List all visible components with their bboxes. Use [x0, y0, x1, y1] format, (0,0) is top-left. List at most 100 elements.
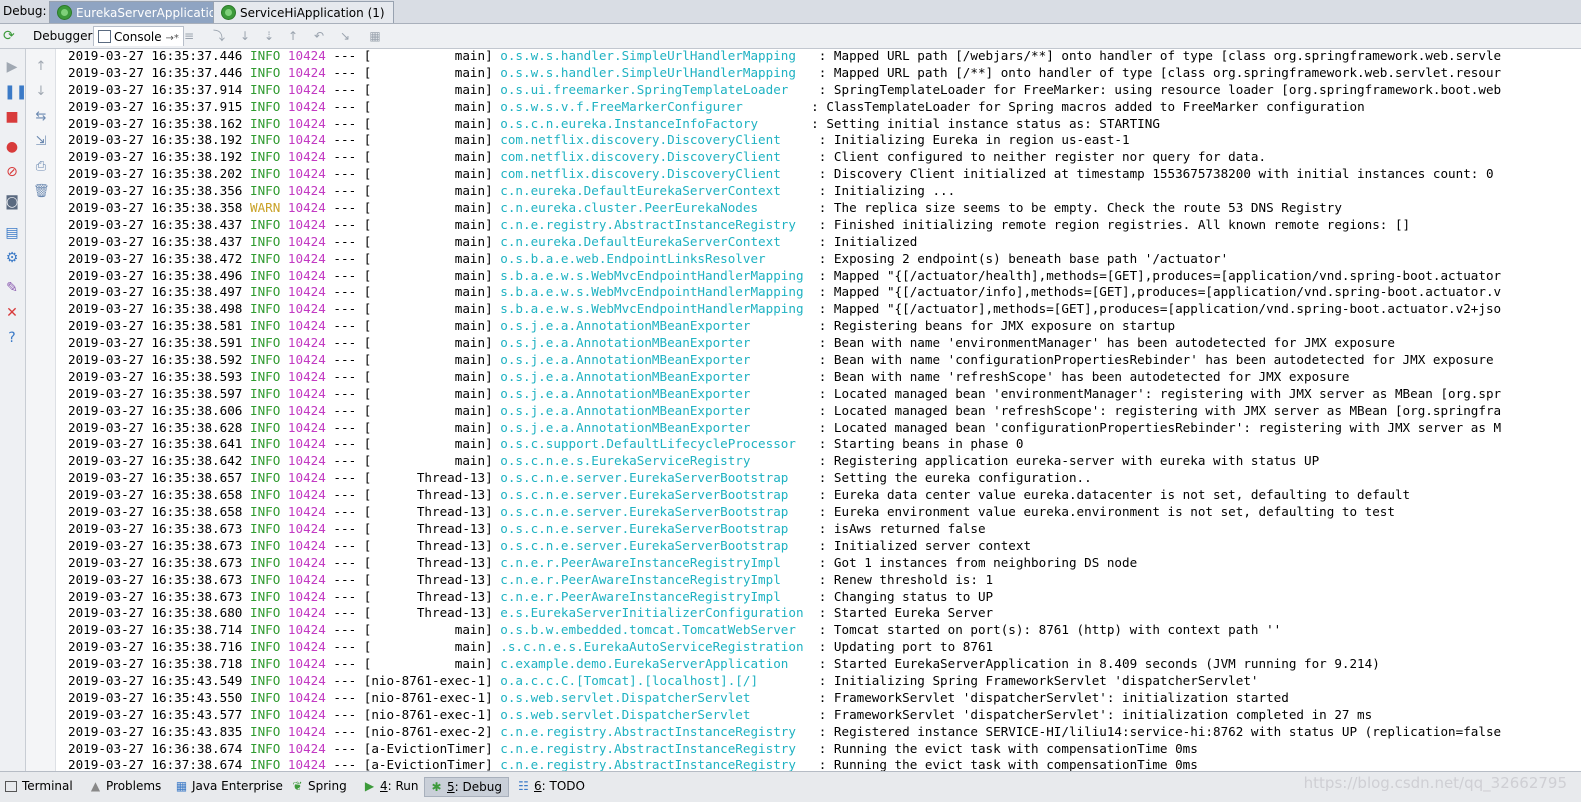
log-timestamp: 2019-03-27 16:35:38.718 [68, 656, 243, 672]
log-line: 2019-03-27 16:37:38.674 INFO 10424 --- [… [68, 757, 1198, 771]
log-logger: o.s.c.n.e.server.EurekaServerBootstrap [500, 537, 812, 553]
log-message: : Registering application eureka-server … [818, 453, 1320, 469]
clear-all-icon[interactable]: 🗑 [33, 184, 50, 200]
log-message: : Bean with name 'refreshScope' has been… [818, 368, 1350, 384]
debugger-tab[interactable]: Debugger [29, 26, 96, 46]
help-icon[interactable]: ? [4, 330, 20, 346]
log-message: : Mapped URL path [/webjars/**] onto han… [818, 49, 1502, 63]
stop-icon[interactable]: ■ [4, 109, 20, 125]
print-icon[interactable]: ⎙ [33, 159, 49, 175]
log-line: 2019-03-27 16:35:37.914 INFO 10424 --- [… [68, 81, 1502, 97]
log-line: 2019-03-27 16:35:38.597 INFO 10424 --- [… [68, 385, 1502, 401]
tab-eureka-server-application[interactable]: EurekaServerApplication [49, 1, 233, 23]
log-timestamp: 2019-03-27 16:36:38.674 [68, 740, 243, 756]
step-over-icon[interactable]: ⤵ [212, 29, 226, 43]
scroll-to-end-icon[interactable]: ⇲ [33, 134, 49, 150]
rerun-icon[interactable]: ⟳ [3, 28, 15, 44]
log-logger: o.s.w.s.handler.SimpleUrlHandlerMapping [500, 64, 812, 80]
log-pid: 10424 [287, 588, 326, 604]
log-logger: s.b.a.e.w.s.WebMvcEndpointHandlerMapping [500, 301, 812, 317]
resume-icon[interactable]: ▶ [4, 59, 20, 75]
log-timestamp: 2019-03-27 16:37:38.674 [68, 757, 243, 771]
tab-service-hi-application[interactable]: ServiceHiApplication (1) [213, 1, 394, 23]
console-tab-label: Console [114, 30, 162, 44]
pin-icon[interactable]: ✎ [4, 280, 20, 296]
log-pid: 10424 [287, 183, 326, 199]
evaluate-expression-icon[interactable]: ▦ [368, 29, 382, 43]
mute-breakpoints-icon[interactable]: ⊘ [4, 164, 20, 180]
log-thread: Thread-13] [371, 571, 493, 587]
bottom-tab-spring[interactable]: ❦ Spring [286, 777, 353, 797]
log-message: : Changing status to UP [818, 588, 994, 604]
log-thread: main] [371, 402, 493, 418]
pause-icon[interactable]: ❚❚ [4, 84, 27, 100]
force-step-into-icon[interactable]: ⇣ [262, 29, 276, 43]
bottom-tab-run[interactable]: ▶ 4: Run [358, 777, 425, 797]
log-line: 2019-03-27 16:35:38.202 INFO 10424 --- [… [68, 166, 1494, 182]
bottom-tab-label: : Run [387, 779, 419, 793]
log-pid: 10424 [287, 723, 326, 739]
restore-layout-icon[interactable]: ▤ [4, 225, 20, 241]
log-timestamp: 2019-03-27 16:35:38.673 [68, 554, 243, 570]
log-pid: 10424 [287, 335, 326, 351]
log-logger: o.s.c.support.DefaultLifecycleProcessor [500, 436, 812, 452]
console-output[interactable]: 2019-03-27 16:35:37.446 INFO 10424 --- [… [56, 49, 1581, 771]
log-level: INFO [249, 149, 281, 165]
log-timestamp: 2019-03-27 16:35:38.437 [68, 216, 243, 232]
log-message: : Registered instance SERVICE-HI/liliu14… [818, 723, 1502, 739]
scroll-up-icon[interactable]: ↑ [33, 59, 49, 75]
log-logger: c.example.demo.EurekaServerApplication [500, 656, 812, 672]
step-out-icon[interactable]: ↑ [286, 29, 300, 43]
log-message: : Initialized server context [818, 537, 1032, 553]
bottom-tab-java-enterprise[interactable]: ▦ Java Enterprise [170, 777, 289, 797]
log-message: : Started EurekaServerApplication in 8.4… [818, 656, 1380, 672]
log-logger: com.netflix.discovery.DiscoveryClient [500, 166, 812, 182]
bottom-tab-terminal[interactable]: Terminal [0, 777, 79, 797]
log-message: : Setting the eureka configuration.. [818, 470, 1092, 486]
log-level: INFO [249, 639, 281, 655]
log-logger: o.s.ui.freemarker.SpringTemplateLoader [500, 81, 812, 97]
settings-gear-icon[interactable]: ⚙ [4, 250, 20, 266]
bottom-tab-label: Java Enterprise [192, 779, 283, 793]
log-level: INFO [249, 672, 281, 688]
soft-wrap-icon[interactable]: ⇆ [33, 109, 49, 125]
log-thread: main] [371, 301, 493, 317]
view-breakpoints-icon[interactable]: ● [4, 139, 20, 155]
scroll-down-icon[interactable]: ↓ [33, 84, 49, 100]
run-icon: ▶ [364, 779, 375, 793]
log-timestamp: 2019-03-27 16:35:38.658 [68, 504, 243, 520]
log-line: 2019-03-27 16:35:38.192 INFO 10424 --- [… [68, 132, 1130, 148]
log-message: : Located managed bean 'refreshScope': r… [818, 402, 1502, 418]
log-thread: Thread-13] [371, 470, 493, 486]
log-pid: 10424 [287, 233, 326, 249]
bottom-tab-problems[interactable]: ▲ Problems [84, 777, 167, 797]
log-pid: 10424 [287, 436, 326, 452]
log-line: 2019-03-27 16:35:38.673 INFO 10424 --- [… [68, 520, 986, 536]
log-message: : Mapped URL path [/**] onto handler of … [818, 64, 1502, 80]
bottom-tab-todo[interactable]: ☷ 6: TODO [512, 777, 591, 797]
log-level: INFO [249, 453, 281, 469]
log-level: INFO [249, 216, 281, 232]
layout-icon[interactable]: ≡ [182, 29, 196, 43]
close-icon[interactable]: ✕ [4, 305, 20, 321]
bottom-tab-label: : TODO [541, 779, 585, 793]
log-level: INFO [249, 571, 281, 587]
log-logger: o.s.j.e.a.AnnotationMBeanExporter [500, 385, 812, 401]
log-pid: 10424 [287, 470, 326, 486]
log-line: 2019-03-27 16:35:38.592 INFO 10424 --- [… [68, 352, 1494, 368]
log-pid: 10424 [287, 520, 326, 536]
bottom-tab-debug[interactable]: ✱ 5: Debug [424, 777, 509, 797]
log-timestamp: 2019-03-27 16:35:38.498 [68, 301, 243, 317]
camera-icon[interactable]: ◙ [4, 194, 20, 210]
todo-icon: ☷ [518, 779, 529, 793]
log-logger: o.s.j.e.a.AnnotationMBeanExporter [500, 352, 812, 368]
log-thread: Thread-13] [371, 554, 493, 570]
log-thread: main] [371, 622, 493, 638]
drop-frame-icon[interactable]: ↶ [312, 29, 326, 43]
console-tab[interactable]: Console →* [93, 26, 184, 46]
step-into-icon[interactable]: ↓ [238, 29, 252, 43]
run-to-cursor-icon[interactable]: ↘ [338, 29, 352, 43]
log-level: INFO [249, 757, 281, 771]
log-level: INFO [249, 183, 281, 199]
log-thread: main] [371, 284, 493, 300]
